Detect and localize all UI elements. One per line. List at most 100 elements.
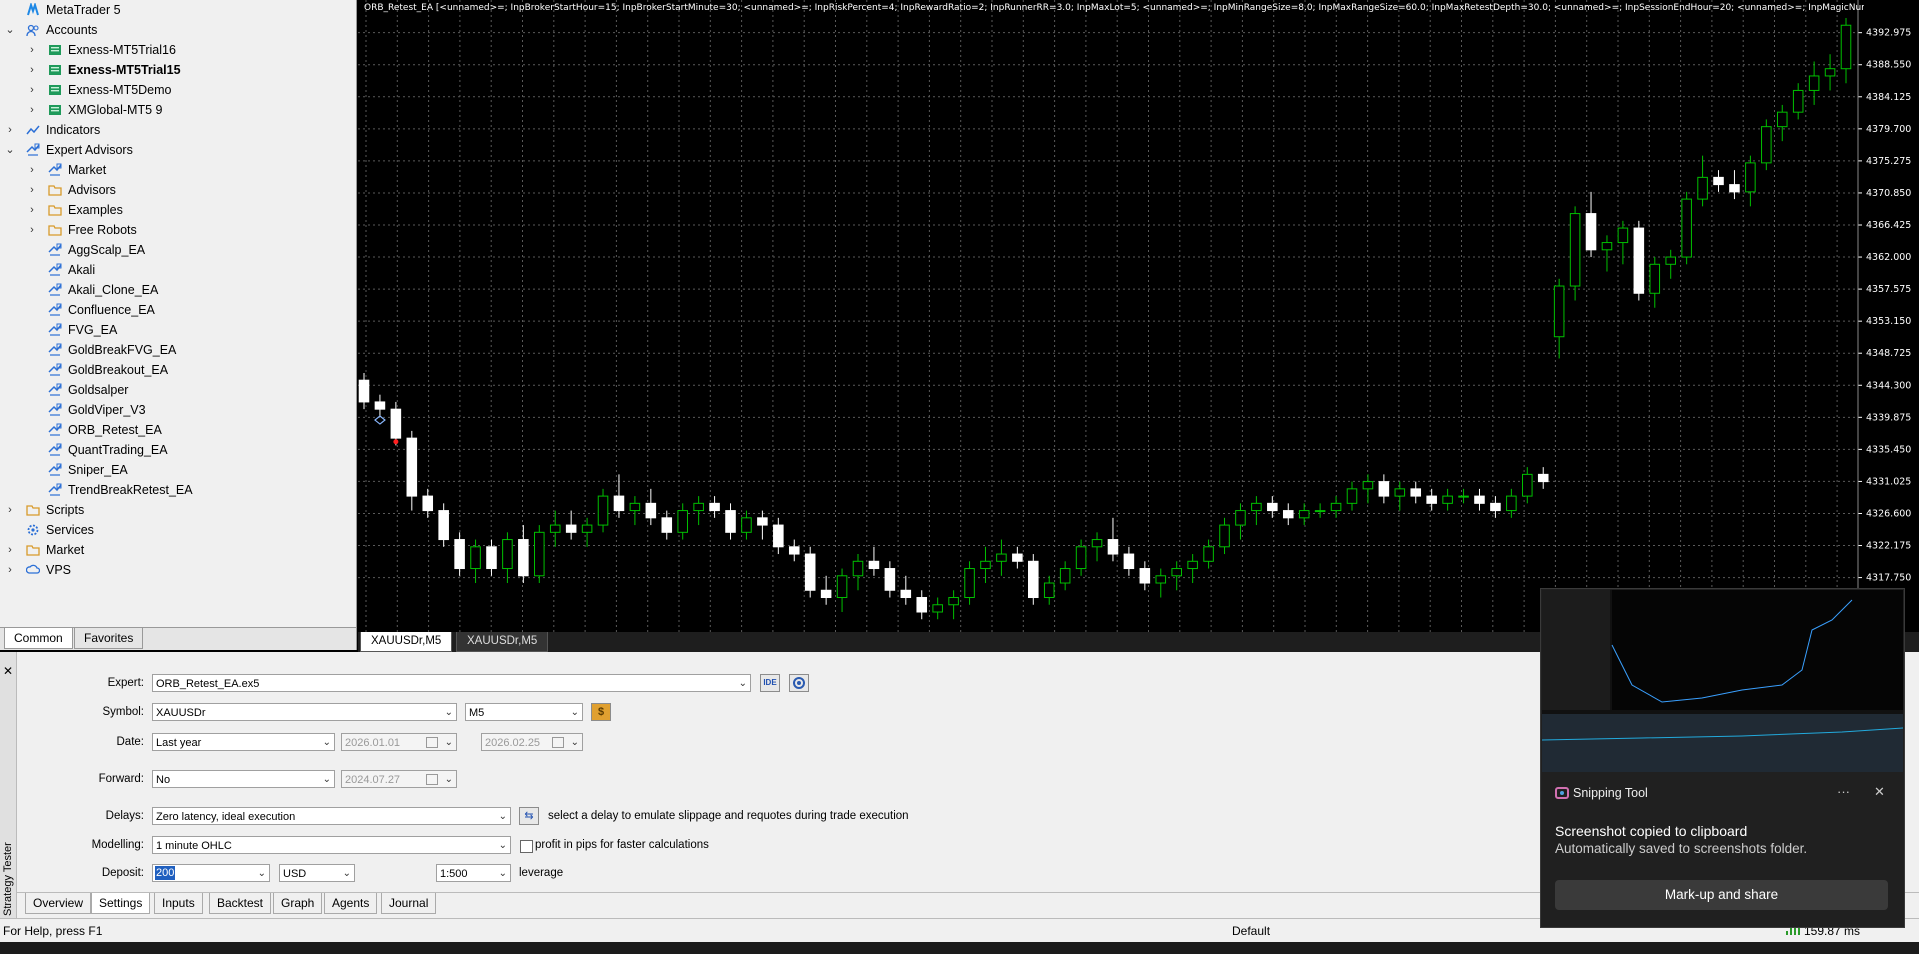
screenshot-thumbnail[interactable]: [1541, 590, 1904, 772]
tree-item-accounts[interactable]: ⌄ Accounts: [0, 20, 350, 40]
tree-item-indicators[interactable]: › Indicators: [0, 120, 350, 140]
tab-common[interactable]: Common: [4, 628, 73, 649]
chevron-right-icon[interactable]: ›: [27, 200, 37, 220]
date-from-picker[interactable]: 2026.01.01 ⌄: [341, 733, 457, 751]
more-options-icon[interactable]: ···: [1837, 784, 1850, 799]
forward-select[interactable]: No ⌄: [152, 770, 335, 788]
tree-item-advisors[interactable]: › Advisors: [0, 180, 350, 200]
candle: [1314, 503, 1326, 518]
tree-item-market[interactable]: › Market: [0, 160, 350, 180]
tab-agents[interactable]: Agents: [324, 893, 378, 914]
price-chart[interactable]: 4392.975 4388.550 4384.125 4379.700 4375.275…: [358, 0, 1919, 632]
chevron-right-icon[interactable]: ›: [27, 220, 37, 240]
chart-tab-2[interactable]: XAUUSDr,M5: [456, 632, 549, 652]
chevron-right-icon[interactable]: ›: [5, 500, 15, 520]
tree-item-akali-clone-ea[interactable]: Akali_Clone_EA: [0, 280, 350, 300]
tester-vertical-title: Strategy Tester: [2, 842, 14, 916]
tab-journal[interactable]: Journal: [381, 893, 437, 914]
tree-item-aggscalp-ea[interactable]: AggScalp_EA: [0, 240, 350, 260]
chevron-right-icon[interactable]: ›: [5, 120, 15, 140]
delay-settings-button[interactable]: ⇆: [519, 807, 539, 825]
snipping-tool-notification[interactable]: Snipping Tool ··· ✕ Screenshot copied to…: [1540, 588, 1905, 928]
tree-item-exness-mt5demo[interactable]: › Exness-MT5Demo: [0, 80, 350, 100]
timeframe-select[interactable]: M5 ⌄: [465, 703, 583, 721]
chevron-right-icon[interactable]: ›: [5, 560, 15, 580]
currency-select[interactable]: USD ⌄: [279, 864, 355, 882]
close-icon[interactable]: ✕: [3, 664, 13, 678]
leverage-label: leverage: [519, 867, 564, 879]
date-label: Date:: [116, 736, 145, 748]
leverage-select[interactable]: 1:500 ⌄: [436, 864, 511, 882]
candle-body: [1474, 495, 1485, 504]
tree-item-services[interactable]: Services: [0, 520, 350, 540]
date-range-select[interactable]: Last year ⌄: [152, 733, 335, 751]
tree-item-metatrader-5[interactable]: MetaTrader 5: [0, 0, 350, 20]
chevron-down-icon[interactable]: ⌄: [5, 140, 15, 160]
symbol-properties-button[interactable]: $: [591, 703, 611, 721]
tree-item-free-robots[interactable]: › Free Robots: [0, 220, 350, 240]
candle-body: [1410, 488, 1422, 497]
tab-inputs[interactable]: Inputs: [154, 893, 203, 914]
chevron-right-icon[interactable]: ›: [27, 40, 37, 60]
tree-item-scripts[interactable]: › Scripts: [0, 500, 350, 520]
gear-icon: [793, 677, 805, 689]
tree-item-xmglobal-mt5-9[interactable]: › XMGlobal-MT5 9: [0, 100, 350, 120]
notification-body: Automatically saved to screenshots folde…: [1555, 841, 1808, 856]
tree-item-exness-mt5trial16[interactable]: › Exness-MT5Trial16: [0, 40, 350, 60]
forward-date-picker[interactable]: 2024.07.27 ⌄: [341, 770, 457, 788]
tree-item-examples[interactable]: › Examples: [0, 200, 350, 220]
tree-item-label: GoldBreakout_EA: [68, 363, 169, 377]
close-icon[interactable]: ✕: [1874, 784, 1885, 800]
deposit-input[interactable]: 200 ⌄: [152, 864, 270, 882]
tab-backtest[interactable]: Backtest: [209, 893, 272, 914]
tab-graph[interactable]: Graph: [273, 893, 323, 914]
settings-button[interactable]: [789, 674, 809, 692]
tree-item-goldsalper[interactable]: Goldsalper: [0, 380, 350, 400]
vps-icon: [25, 563, 41, 577]
chart-tab-1[interactable]: XAUUSDr,M5: [360, 632, 453, 652]
tab-favorites[interactable]: Favorites: [74, 628, 144, 649]
tree-item-sniper-ea[interactable]: Sniper_EA: [0, 460, 350, 480]
delays-select[interactable]: Zero latency, ideal execution ⌄: [152, 807, 511, 825]
tree-item-expert-advisors[interactable]: ⌄ Expert Advisors: [0, 140, 350, 160]
tab-settings[interactable]: Settings: [91, 893, 151, 914]
expert-select[interactable]: ORB_Retest_EA.ex5 ⌄: [152, 674, 751, 692]
candle: [884, 561, 896, 598]
tree-item-orb-retest-ea[interactable]: ORB_Retest_EA: [0, 420, 350, 440]
candle: [1091, 532, 1103, 562]
chevron-right-icon[interactable]: ›: [5, 540, 15, 560]
candle-body: [1569, 213, 1581, 287]
ide-button[interactable]: IDE: [760, 674, 780, 692]
chevron-right-icon[interactable]: ›: [27, 160, 37, 180]
tab-overview[interactable]: Overview: [25, 893, 92, 914]
tree-item-confluence-ea[interactable]: Confluence_EA: [0, 300, 350, 320]
forward-label: Forward:: [98, 773, 144, 785]
mark-up-and-share-button[interactable]: Mark-up and share: [1555, 880, 1888, 910]
tree-item-akali[interactable]: Akali: [0, 260, 350, 280]
chevron-right-icon[interactable]: ›: [27, 80, 37, 100]
tree-item-fvg-ea[interactable]: FVG_EA: [0, 320, 350, 340]
candle: [1298, 503, 1310, 526]
tree-item-trendbreakretest-ea[interactable]: TrendBreakRetest_EA: [0, 480, 350, 500]
candle: [645, 488, 657, 526]
tree-item-market[interactable]: › Market: [0, 540, 350, 560]
chevron-right-icon[interactable]: ›: [27, 100, 37, 120]
candle-body: [1107, 539, 1119, 555]
date-to-picker[interactable]: 2026.02.25 ⌄: [481, 733, 583, 751]
pips-checkbox[interactable]: [520, 840, 533, 853]
tree-item-goldbreakfvg-ea[interactable]: GoldBreakFVG_EA: [0, 340, 350, 360]
symbol-select[interactable]: XAUUSDr ⌄: [152, 703, 457, 721]
chevron-down-icon: ⌄: [498, 811, 507, 822]
tree-item-goldviper-v3[interactable]: GoldViper_V3: [0, 400, 350, 420]
chevron-down-icon[interactable]: ⌄: [5, 20, 15, 40]
chevron-right-icon[interactable]: ›: [27, 60, 37, 80]
tree-item-exness-mt5trial15[interactable]: › Exness-MT5Trial15: [0, 60, 350, 80]
modelling-select[interactable]: 1 minute OHLC ⌄: [152, 836, 511, 854]
candle: [374, 394, 386, 417]
tree-item-vps[interactable]: › VPS: [0, 560, 350, 580]
tree-item-quanttrading-ea[interactable]: QuantTrading_EA: [0, 440, 350, 460]
chevron-right-icon[interactable]: ›: [27, 180, 37, 200]
expert-icon: [48, 323, 62, 337]
date-from-value: 2026.01.01: [345, 737, 401, 749]
tree-item-goldbreakout-ea[interactable]: GoldBreakout_EA: [0, 360, 350, 380]
